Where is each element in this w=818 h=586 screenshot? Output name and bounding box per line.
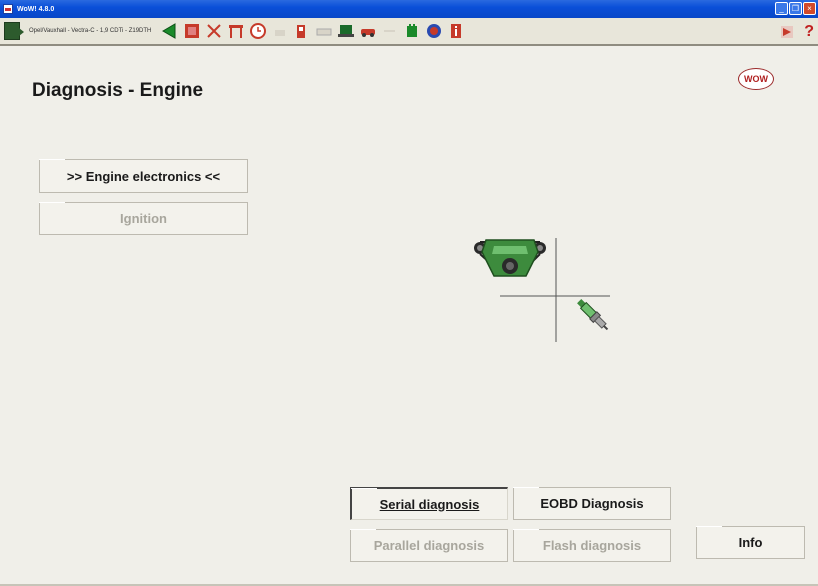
book-icon[interactable] [183, 22, 201, 40]
vehicle-label: Opel/Vauxhall - Vectra-C - 1,9 CDTi - Z1… [29, 28, 152, 34]
serial-diagnosis-label: Serial diagnosis [379, 496, 480, 512]
car-lift-icon[interactable] [227, 22, 245, 40]
parallel-diagnosis-label: Parallel diagnosis [373, 538, 485, 553]
gas-pump-icon[interactable] [293, 22, 311, 40]
wow-logo: WOW [738, 68, 774, 90]
flash-diagnosis-label: Flash diagnosis [542, 538, 642, 553]
back-arrow-icon[interactable] [161, 22, 179, 40]
wrench-icon[interactable] [205, 22, 223, 40]
ignition-label: Ignition [120, 211, 167, 226]
keyboard-icon[interactable] [315, 22, 333, 40]
oil-can-icon[interactable] [271, 22, 289, 40]
battery-icon[interactable] [403, 22, 421, 40]
engine-icon [474, 239, 546, 277]
window-controls: _ ❐ × [775, 2, 816, 15]
clock-icon[interactable] [249, 22, 267, 40]
info-label: Info [738, 535, 763, 550]
serial-diagnosis-button[interactable]: Serial diagnosis [350, 487, 508, 520]
minimize-button[interactable]: _ [775, 2, 788, 15]
spark-plug-icon [577, 299, 609, 331]
title-bar: WoW! 4.8.0 _ ❐ × [0, 0, 818, 18]
engine-electronics-label: >> Engine electronics << [66, 168, 221, 184]
vehicle-select-icon[interactable] [4, 22, 24, 40]
eobd-diagnosis-label: EOBD Diagnosis [540, 496, 644, 511]
close-button[interactable]: × [803, 2, 816, 15]
car-icon[interactable] [359, 22, 377, 40]
eobd-diagnosis-button[interactable]: EOBD Diagnosis [513, 487, 671, 520]
engine-diagram [474, 238, 610, 342]
toolbar: Opel/Vauxhall - Vectra-C - 1,9 CDTi - Z1… [0, 18, 818, 46]
toolbar-right: ? [776, 23, 814, 41]
info-icon[interactable] [447, 22, 465, 40]
flag-icon[interactable] [778, 23, 796, 41]
info-button[interactable]: Info [696, 526, 805, 559]
app-icon [3, 4, 13, 14]
logo-text: WOW [744, 74, 768, 84]
laptop-icon[interactable] [337, 22, 355, 40]
ignition-button[interactable]: Ignition [39, 202, 248, 235]
help-button[interactable]: ? [804, 23, 814, 41]
flash-diagnosis-button[interactable]: Flash diagnosis [513, 529, 671, 562]
window-title: WoW! 4.8.0 [17, 5, 55, 13]
restore-button[interactable]: ❐ [789, 2, 802, 15]
tire-icon[interactable] [425, 22, 443, 40]
page-title: Diagnosis - Engine [32, 80, 204, 101]
arrow-icon[interactable] [381, 22, 399, 40]
engine-electronics-button[interactable]: >> Engine electronics << [39, 159, 248, 193]
parallel-diagnosis-button[interactable]: Parallel diagnosis [350, 529, 508, 562]
